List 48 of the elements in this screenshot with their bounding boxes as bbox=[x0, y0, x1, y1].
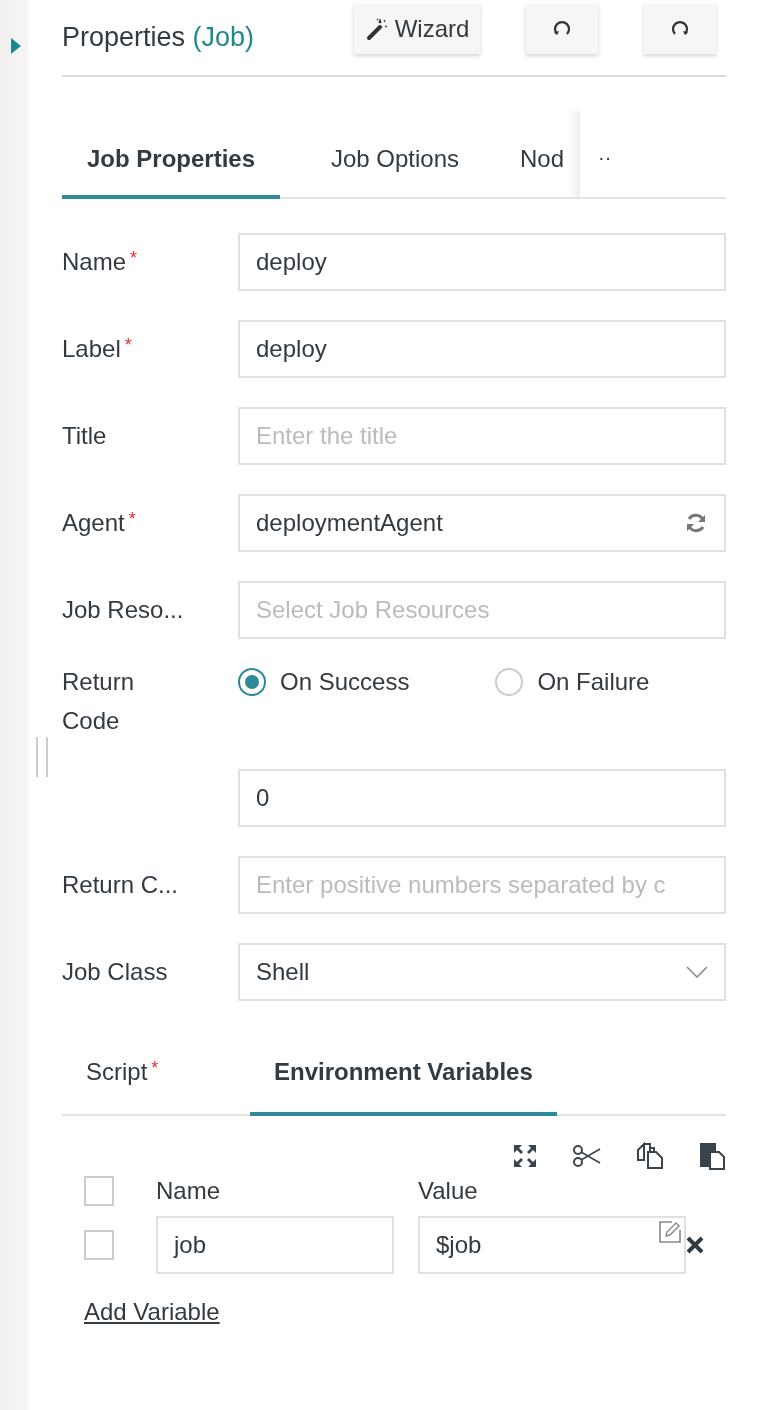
radio-button[interactable] bbox=[495, 668, 524, 696]
expand-arrow-icon[interactable] bbox=[10, 37, 22, 55]
column-header: Name bbox=[156, 1177, 222, 1205]
radio-option[interactable]: On Failure bbox=[495, 668, 650, 696]
field-label: Title bbox=[62, 422, 107, 450]
select-all-checkbox[interactable] bbox=[84, 1176, 114, 1206]
tab[interactable]: Job Properties bbox=[62, 145, 280, 199]
radio-option[interactable]: On Success bbox=[238, 668, 410, 696]
field-label: Return Code bbox=[62, 667, 136, 736]
input-field[interactable]: deploy bbox=[238, 320, 726, 378]
field-label: Name bbox=[62, 248, 127, 276]
paste-icon[interactable] bbox=[698, 1142, 726, 1170]
input-field[interactable]: $job bbox=[418, 1216, 686, 1274]
radio-button[interactable] bbox=[238, 668, 266, 696]
row-checkbox[interactable] bbox=[84, 1230, 114, 1260]
undo-button[interactable] bbox=[526, 4, 598, 54]
required-mark: * bbox=[128, 509, 136, 530]
more-tabs-button[interactable]: ·· bbox=[580, 146, 612, 197]
input-field[interactable]: job bbox=[156, 1216, 394, 1274]
redo-button[interactable] bbox=[644, 4, 716, 54]
tab[interactable]: Nod bbox=[510, 145, 568, 199]
magic-wand-icon bbox=[364, 17, 389, 41]
field-label: Agent bbox=[62, 509, 125, 537]
tab[interactable]: Environment Variables bbox=[250, 1058, 557, 1116]
column-header: Value bbox=[418, 1177, 479, 1205]
input-field[interactable]: 0 bbox=[238, 769, 726, 827]
tab[interactable]: Script $^{*}$ bbox=[62, 1058, 250, 1116]
refresh-icon[interactable] bbox=[684, 512, 708, 534]
tab[interactable]: Job Options bbox=[280, 145, 510, 199]
field-label: Label bbox=[62, 335, 121, 363]
panel-subtitle: (Job) bbox=[192, 22, 255, 52]
copy-icon[interactable] bbox=[636, 1142, 664, 1170]
dropdown[interactable]: Shell bbox=[238, 943, 726, 1001]
delete-icon[interactable] bbox=[686, 1236, 704, 1254]
input-field[interactable]: deploy bbox=[238, 233, 726, 291]
splitter-handle[interactable] bbox=[35, 737, 49, 777]
wizard-button[interactable]: Wizard bbox=[354, 4, 480, 54]
required-mark: * bbox=[130, 248, 138, 269]
required-mark: * bbox=[124, 335, 132, 356]
field-label: Return C... bbox=[62, 871, 179, 899]
chevron-down-icon bbox=[686, 966, 708, 978]
field-label: Job Reso... bbox=[62, 596, 184, 624]
expand-icon[interactable] bbox=[512, 1143, 538, 1169]
scissors-icon[interactable] bbox=[572, 1143, 602, 1169]
panel-title: Properties bbox=[62, 22, 186, 52]
input-field[interactable]: deploymentAgent bbox=[238, 494, 726, 552]
field-label: Job Class bbox=[62, 958, 168, 986]
add-variable-link[interactable]: Add Variable bbox=[84, 1298, 220, 1326]
